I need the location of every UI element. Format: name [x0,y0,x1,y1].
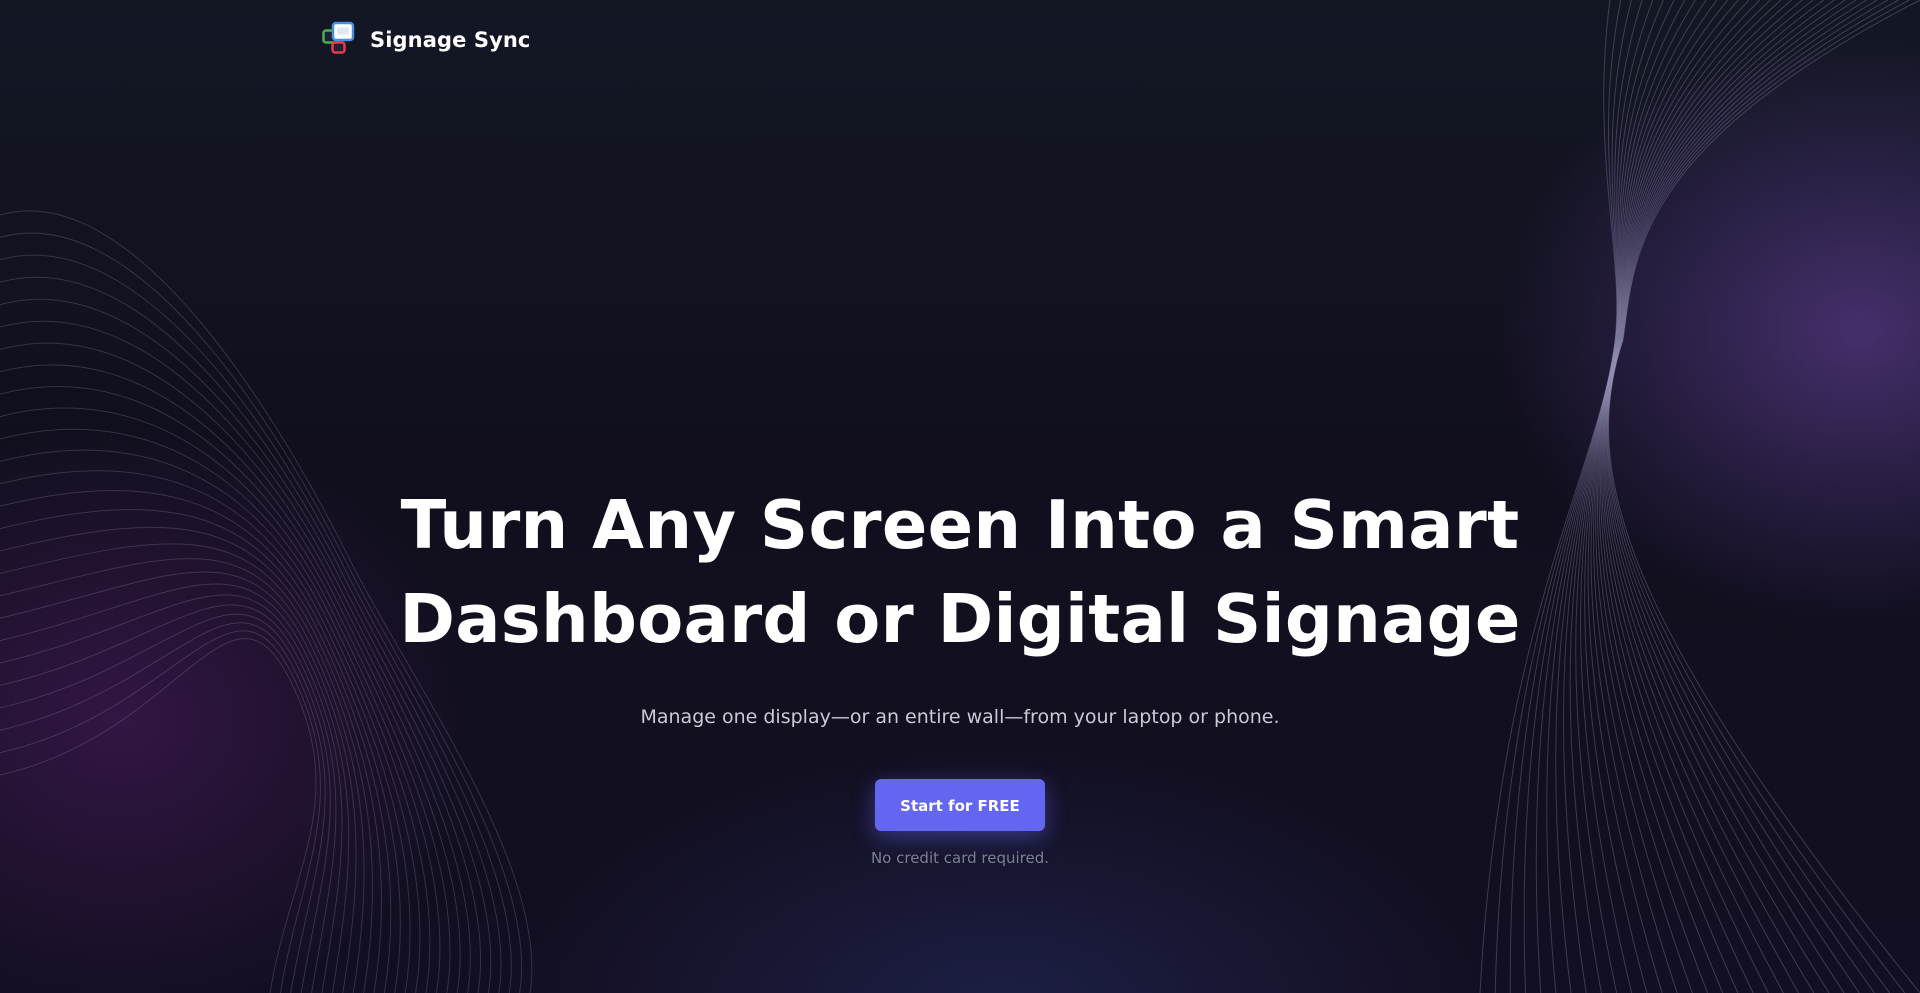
stacked-screens-icon[interactable] [322,21,356,59]
brand-name[interactable]: Signage Sync [370,28,530,52]
hero-subtitle: Manage one display—or an entire wall—fro… [640,706,1280,728]
landing-page: Signage Sync Turn Any Screen Into a Smar… [0,0,1920,993]
hero-title-line-1: Turn Any Screen Into a Smart [400,486,1520,564]
hero-title-line-2: Dashboard or Digital Signage [399,580,1521,658]
start-free-button[interactable]: Start for FREE [875,779,1045,831]
navbar: Signage Sync [322,20,530,60]
hero-title: Turn Any Screen Into a Smart Dashboard o… [0,478,1920,666]
hero-section: Turn Any Screen Into a Smart Dashboard o… [0,478,1920,867]
no-credit-card-note: No credit card required. [870,849,1050,867]
